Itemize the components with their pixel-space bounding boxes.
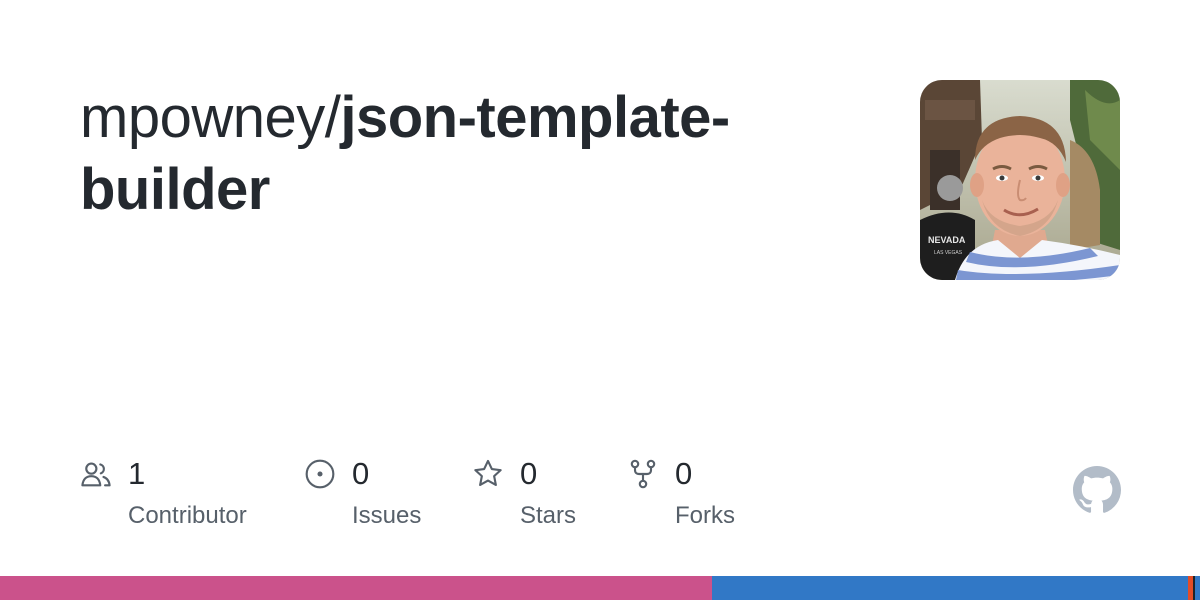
contributors-count: 1 — [128, 456, 146, 491]
stars-label: Stars — [520, 502, 577, 529]
fork-icon — [630, 459, 656, 489]
stars-count: 0 — [520, 456, 538, 491]
shirt-text: NEVADA — [928, 235, 966, 245]
star-icon — [474, 459, 502, 486]
issues-count: 0 — [352, 456, 370, 491]
people-icon — [81, 462, 111, 487]
language-bar — [0, 576, 1200, 600]
shirt-subtext: LAS VEGAS — [934, 250, 963, 256]
contributors-label: Contributor — [128, 502, 247, 529]
issue-icon — [305, 459, 335, 489]
social-preview-card: mpowney/json-template-builder NEVADA LAS… — [0, 0, 1200, 600]
github-icon[interactable] — [1073, 466, 1121, 514]
forks-count: 0 — [675, 456, 693, 491]
language-segment — [0, 576, 712, 600]
language-segment — [711, 576, 1188, 600]
repo-title[interactable]: mpowney/json-template-builder — [80, 82, 860, 226]
issues-label: Issues — [352, 502, 422, 529]
avatar-photo: NEVADA LAS VEGAS — [920, 80, 1120, 280]
language-segment — [1195, 576, 1200, 600]
owner-avatar[interactable]: NEVADA LAS VEGAS — [920, 80, 1120, 280]
repo-owner[interactable]: mpowney/ — [80, 85, 341, 150]
forks-label: Forks — [675, 502, 735, 529]
